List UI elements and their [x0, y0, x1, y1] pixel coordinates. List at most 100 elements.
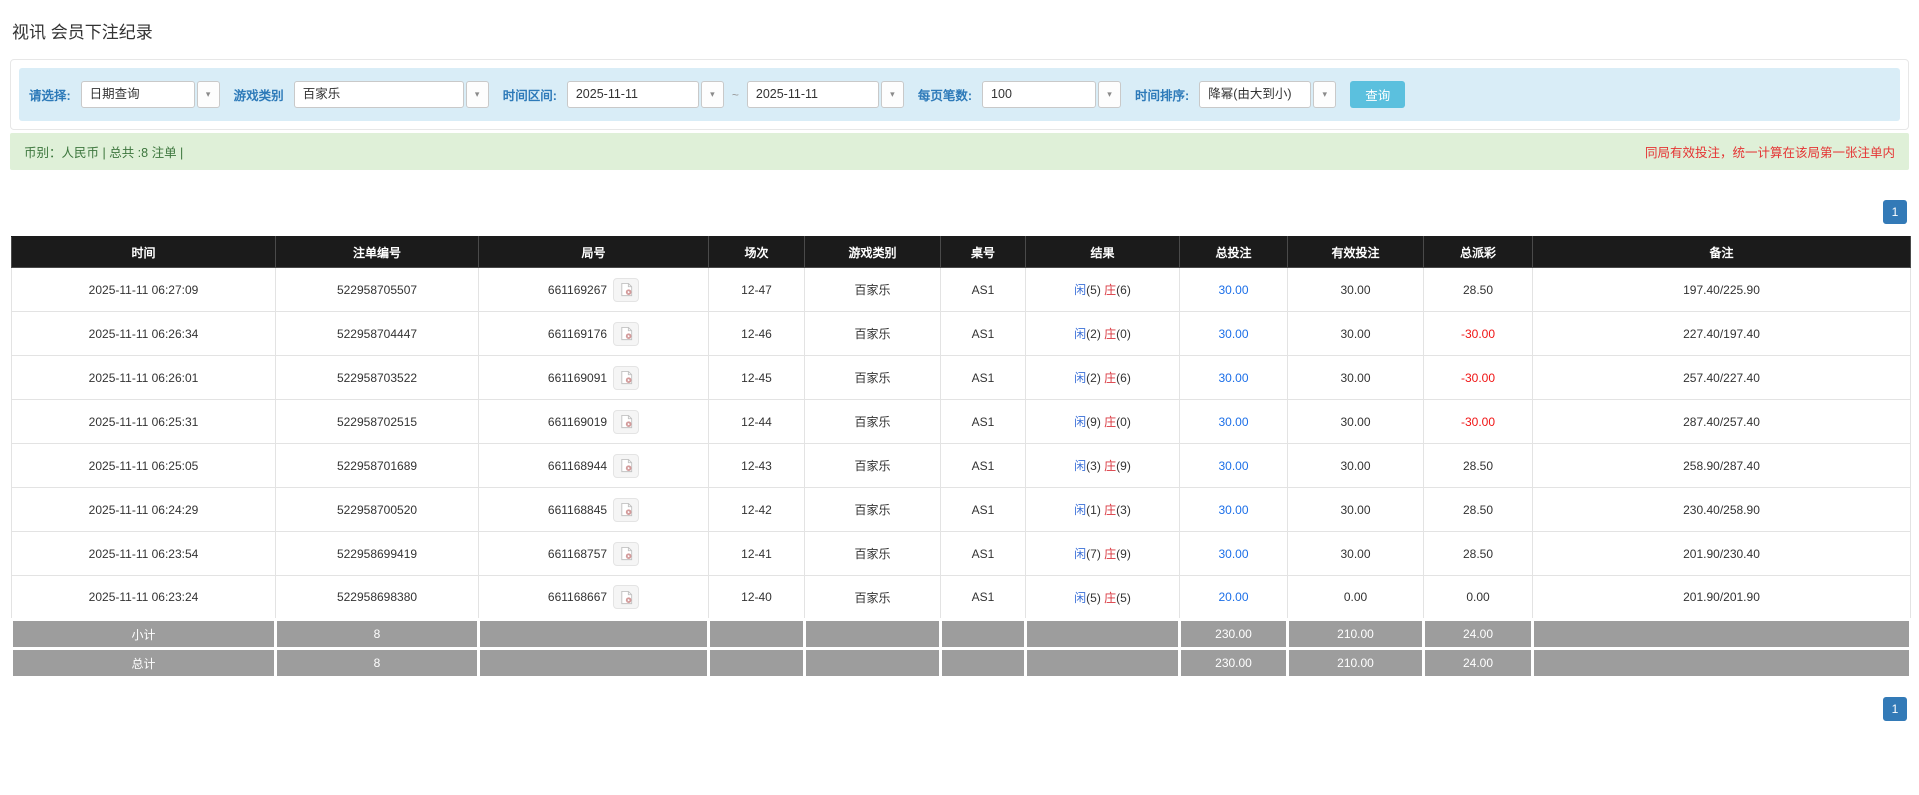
- replay-video-icon[interactable]: [613, 366, 639, 390]
- round-cell: 661168667: [479, 576, 709, 620]
- total-bet-link[interactable]: 30.00: [1218, 283, 1248, 297]
- empty-cell: [479, 649, 709, 678]
- result-cell: 闲(7) 庄(9): [1026, 532, 1180, 576]
- subtotal-payout: 24.00: [1424, 620, 1533, 649]
- chevron-down-icon[interactable]: ▾: [881, 81, 904, 108]
- table-row: 2025-11-11 06:26:01522958703522661169091…: [12, 356, 1911, 400]
- subtotal-row: 小计 8 230.00 210.00 24.00: [12, 620, 1911, 649]
- remark-cell: 230.40/258.90: [1533, 488, 1911, 532]
- bet-id-cell: 522958701689: [276, 444, 479, 488]
- time-cell: 2025-11-11 06:26:01: [12, 356, 276, 400]
- total-bet-link[interactable]: 30.00: [1218, 327, 1248, 341]
- result-banker-value: (0): [1116, 415, 1131, 429]
- page-number-button[interactable]: 1: [1883, 697, 1907, 721]
- round-cell: 661168757: [479, 532, 709, 576]
- total-count: 8: [276, 649, 479, 678]
- total-label: 总计: [12, 649, 276, 678]
- result-banker-label: 庄: [1104, 415, 1116, 429]
- empty-cell: [1533, 620, 1911, 649]
- replay-video-icon[interactable]: [613, 278, 639, 302]
- result-cell: 闲(9) 庄(0): [1026, 400, 1180, 444]
- game-type-cell: 百家乐: [805, 532, 941, 576]
- page-title: 视讯 会员下注纪录: [12, 18, 1909, 43]
- session-cell: 12-45: [709, 356, 805, 400]
- total-bet-link[interactable]: 30.00: [1218, 459, 1248, 473]
- result-banker-label: 庄: [1104, 283, 1116, 297]
- game-type-value[interactable]: 百家乐: [294, 81, 464, 108]
- result_player-label: 闲: [1074, 503, 1086, 517]
- total-bet-cell: 20.00: [1180, 576, 1288, 620]
- chevron-down-icon[interactable]: ▾: [701, 81, 724, 108]
- subtotal-label: 小计: [12, 620, 276, 649]
- date-to-value[interactable]: 2025-11-11: [747, 81, 879, 108]
- sort-value[interactable]: 降幂(由大到小): [1199, 81, 1311, 108]
- total-bet-link[interactable]: 30.00: [1218, 547, 1248, 561]
- replay-video-icon[interactable]: [613, 322, 639, 346]
- replay-video-icon[interactable]: [613, 454, 639, 478]
- game-type-cell: 百家乐: [805, 576, 941, 620]
- total-bet-cell: 30.00: [1180, 400, 1288, 444]
- result-banker-value: (0): [1116, 327, 1131, 341]
- page-size-input[interactable]: 100 ▾: [982, 81, 1121, 108]
- result-banker-label: 庄: [1104, 503, 1116, 517]
- page-size-value[interactable]: 100: [982, 81, 1096, 108]
- round-number: 661168667: [548, 590, 607, 604]
- total-bet-cell: 30.00: [1180, 444, 1288, 488]
- page-number-button[interactable]: 1: [1883, 200, 1907, 224]
- bet-id-cell: 522958703522: [276, 356, 479, 400]
- payout-cell: -30.00: [1424, 400, 1533, 444]
- date-type-value[interactable]: 日期查询: [81, 81, 195, 108]
- table-id-cell: AS1: [941, 312, 1026, 356]
- column-header-game-type: 游戏类别: [805, 237, 941, 268]
- valid-bet-cell: 30.00: [1288, 444, 1424, 488]
- remark-cell: 201.90/201.90: [1533, 576, 1911, 620]
- column-header-valid-bet: 有效投注: [1288, 237, 1424, 268]
- date-from-input[interactable]: 2025-11-11 ▾: [567, 81, 724, 108]
- table-footer: 小计 8 230.00 210.00 24.00 总计 8 230.00 210…: [12, 620, 1911, 678]
- total-bet-link[interactable]: 30.00: [1218, 503, 1248, 517]
- bottom-pager: 1: [10, 697, 1909, 721]
- info-note-text: 同局有效投注，统一计算在该局第一张注单内: [1645, 142, 1895, 161]
- sort-select[interactable]: 降幂(由大到小) ▾: [1199, 81, 1336, 108]
- page-size-label: 每页笔数:: [918, 85, 972, 104]
- result-banker-value: (9): [1116, 459, 1131, 473]
- round-number: 661169019: [548, 415, 607, 429]
- result-cell: 闲(1) 庄(3): [1026, 488, 1180, 532]
- bet-id-cell: 522958698380: [276, 576, 479, 620]
- total-bet-link[interactable]: 30.00: [1218, 415, 1248, 429]
- chevron-down-icon[interactable]: ▾: [466, 81, 489, 108]
- table-id-cell: AS1: [941, 576, 1026, 620]
- replay-video-icon[interactable]: [613, 585, 639, 609]
- replay-video-icon[interactable]: [613, 410, 639, 434]
- replay-video-icon[interactable]: [613, 498, 639, 522]
- time-cell: 2025-11-11 06:23:24: [12, 576, 276, 620]
- result-player-value: (2): [1086, 371, 1104, 385]
- column-header-payout: 总派彩: [1424, 237, 1533, 268]
- round-number: 661169176: [548, 327, 607, 341]
- remark-cell: 258.90/287.40: [1533, 444, 1911, 488]
- payout-cell: 28.50: [1424, 488, 1533, 532]
- date-type-select[interactable]: 日期查询 ▾: [81, 81, 220, 108]
- date-from-value[interactable]: 2025-11-11: [567, 81, 699, 108]
- chevron-down-icon[interactable]: ▾: [1313, 81, 1336, 108]
- round-number: 661168757: [548, 547, 607, 561]
- game-type-select[interactable]: 百家乐 ▾: [294, 81, 489, 108]
- game-type-cell: 百家乐: [805, 268, 941, 312]
- result-cell: 闲(5) 庄(6): [1026, 268, 1180, 312]
- empty-cell: [805, 649, 941, 678]
- subtotal-count: 8: [276, 620, 479, 649]
- date-to-input[interactable]: 2025-11-11 ▾: [747, 81, 904, 108]
- round-cell: 661169091: [479, 356, 709, 400]
- session-cell: 12-47: [709, 268, 805, 312]
- chevron-down-icon[interactable]: ▾: [197, 81, 220, 108]
- round-cell: 661169019: [479, 400, 709, 444]
- chevron-down-icon[interactable]: ▾: [1098, 81, 1121, 108]
- query-button[interactable]: 查询: [1350, 81, 1405, 108]
- total-bet-link[interactable]: 20.00: [1218, 590, 1248, 604]
- total-bet-link[interactable]: 30.00: [1218, 371, 1248, 385]
- table-row: 2025-11-11 06:24:29522958700520661168845…: [12, 488, 1911, 532]
- replay-video-icon[interactable]: [613, 542, 639, 566]
- table-header: 时间 注单编号 局号 场次 游戏类别 桌号 结果 总投注 有效投注 总派彩 备注: [12, 237, 1911, 268]
- column-header-bet-id: 注单编号: [276, 237, 479, 268]
- total-bet-cell: 30.00: [1180, 312, 1288, 356]
